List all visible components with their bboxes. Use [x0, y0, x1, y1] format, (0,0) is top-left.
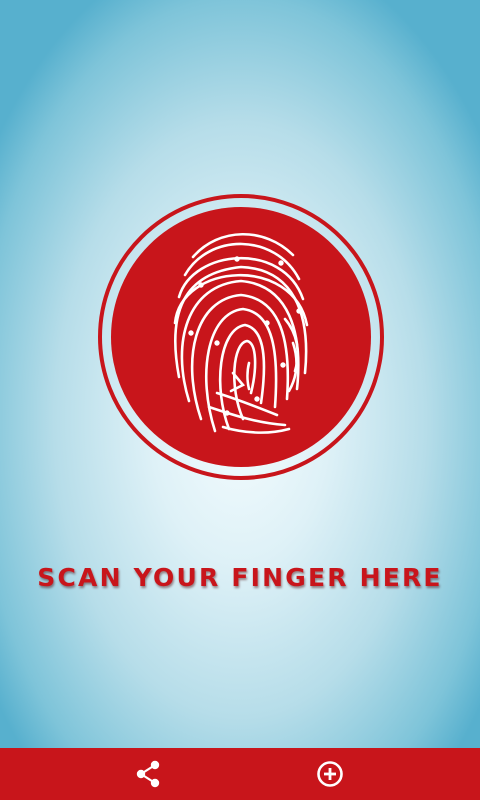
add-circle-icon [317, 761, 343, 787]
share-button[interactable] [123, 748, 175, 800]
bottom-action-bar [0, 748, 480, 800]
fingerprint-icon [98, 194, 384, 480]
scan-instruction-text: SCAN YOUR FINGER HERE [37, 563, 443, 592]
share-icon [136, 760, 160, 788]
app-screen: SCAN YOUR FINGER HERE [0, 0, 480, 800]
fingerprint-scanner-button[interactable] [97, 193, 385, 481]
add-button[interactable] [304, 748, 356, 800]
